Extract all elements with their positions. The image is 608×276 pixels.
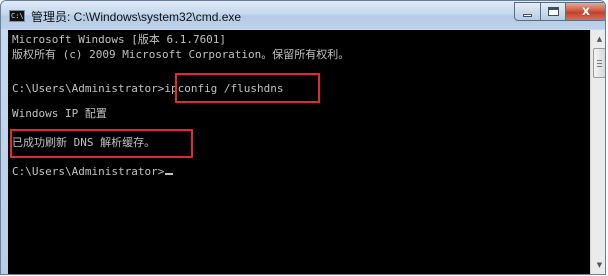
result-highlight-box: [10, 129, 193, 158]
console-copyright-line: 版权所有 (c) 2009 Microsoft Corporation。保留所有…: [12, 48, 350, 61]
command-highlight-box: [175, 73, 320, 103]
cmd-icon[interactable]: C:\: [9, 10, 25, 22]
prompt: C:\Users\Administrator>: [12, 82, 165, 95]
minimize-icon: [523, 14, 532, 17]
console-prompt-line: C:\Users\Administrator>: [12, 164, 174, 180]
close-button[interactable]: x: [565, 2, 605, 21]
prompt: C:\Users\Administrator>: [12, 165, 165, 178]
console-header-line: Microsoft Windows [版本 6.1.7601]: [12, 33, 227, 46]
maximize-button[interactable]: [540, 2, 566, 21]
minimize-button[interactable]: [514, 2, 541, 21]
text-cursor: [165, 173, 174, 175]
scroll-up-icon[interactable]: ▲: [593, 32, 605, 46]
scroll-down-icon[interactable]: ▼: [593, 258, 605, 272]
vertical-scrollbar[interactable]: ▲ ▼: [590, 30, 605, 274]
title-bar[interactable]: C:\ 管理员: C:\Windows\system32\cmd.exe x: [1, 1, 605, 29]
cmd-window: C:\ 管理员: C:\Windows\system32\cmd.exe x M…: [0, 0, 606, 275]
console-area[interactable]: Microsoft Windows [版本 6.1.7601] 版权所有 (c)…: [8, 30, 590, 274]
maximize-icon: [547, 7, 559, 16]
scroll-thumb[interactable]: [593, 48, 605, 78]
window-title: 管理员: C:\Windows\system32\cmd.exe: [31, 10, 242, 24]
console-output-line: Windows IP 配置: [12, 107, 107, 120]
close-icon: x: [581, 4, 591, 19]
